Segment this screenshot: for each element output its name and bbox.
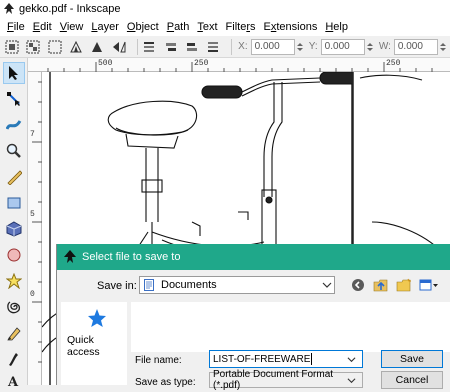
inkscape-logo-icon bbox=[4, 3, 14, 14]
x-label: X: bbox=[238, 41, 248, 52]
tweak-tool-icon[interactable] bbox=[3, 114, 25, 136]
w-label: W: bbox=[378, 41, 391, 52]
menu-item-filters[interactable]: Filters bbox=[223, 21, 261, 33]
w-stepper[interactable] bbox=[438, 39, 448, 55]
documents-folder-icon bbox=[144, 279, 154, 291]
ruler-label: 500 bbox=[98, 59, 113, 68]
menu-item-object[interactable]: Object bbox=[124, 21, 164, 33]
save-as-type-value: Portable Document Format (*.pdf) bbox=[213, 369, 334, 391]
menu-item-extensions[interactable]: Extensions bbox=[261, 21, 323, 33]
ruler-label: 7 bbox=[30, 130, 35, 139]
left-grip bbox=[201, 85, 243, 99]
deselect-icon[interactable] bbox=[47, 39, 62, 55]
y-input[interactable]: 0.000 bbox=[320, 38, 366, 55]
lower-icon[interactable] bbox=[184, 39, 199, 55]
ruler-label: 250 bbox=[194, 59, 209, 68]
save-in-value: Documents bbox=[161, 279, 217, 291]
dialog-nav-buttons bbox=[349, 276, 445, 294]
toolbar-separator bbox=[231, 38, 233, 55]
ruler-ticks bbox=[32, 81, 42, 363]
selector-tool-icon[interactable] bbox=[3, 62, 25, 84]
menu-item-view[interactable]: View bbox=[57, 21, 89, 33]
places-bar: Quick access bbox=[61, 302, 127, 385]
measure-tool-icon[interactable] bbox=[3, 166, 25, 188]
dialog-title: Select file to save to bbox=[82, 251, 181, 263]
horizontal-ruler: 500 250 250 bbox=[28, 58, 450, 72]
new-folder-icon[interactable] bbox=[395, 277, 413, 293]
pencil-tool-icon[interactable] bbox=[3, 322, 25, 344]
menu-item-layer[interactable]: Layer bbox=[88, 21, 124, 33]
menu-item-file[interactable]: File bbox=[4, 21, 30, 33]
text-tool-icon[interactable]: A bbox=[3, 370, 25, 392]
save-button[interactable]: Save bbox=[381, 350, 443, 368]
x-input[interactable]: 0.000 bbox=[250, 38, 296, 55]
save-as-type-label: Save as type: bbox=[135, 377, 196, 388]
dialog-titlebar: Select file to save to bbox=[57, 244, 450, 270]
menu-bar: File Edit View Layer Object Path Text Filters Ex… bbox=[0, 18, 450, 36]
rotate-ccw-icon[interactable] bbox=[68, 39, 83, 55]
ellipse-tool-icon[interactable] bbox=[3, 244, 25, 266]
raise-icon[interactable] bbox=[163, 39, 178, 55]
file-list[interactable] bbox=[131, 302, 450, 352]
toolbar-separator bbox=[136, 38, 138, 55]
save-in-dropdown[interactable]: Documents bbox=[139, 276, 335, 294]
file-name-label: File name: bbox=[135, 355, 182, 366]
view-menu-icon[interactable] bbox=[418, 277, 440, 293]
spiral-tool-icon[interactable] bbox=[3, 296, 25, 318]
raise-to-top-icon[interactable] bbox=[142, 39, 157, 55]
dialog-body: Save in: Documents Quick access File nam… bbox=[57, 270, 450, 391]
save-in-label: Save in: bbox=[97, 280, 137, 292]
back-icon[interactable] bbox=[349, 277, 367, 293]
menu-item-text[interactable]: Text bbox=[194, 21, 222, 33]
menu-item-path[interactable]: Path bbox=[164, 21, 195, 33]
node-tool-icon[interactable] bbox=[3, 88, 25, 110]
ruler-label: 5 bbox=[30, 210, 35, 219]
lower-to-bottom-icon[interactable] bbox=[206, 39, 221, 55]
window-title: gekko.pdf - Inkscape bbox=[19, 3, 121, 15]
file-name-input[interactable]: LIST-OF-FREEWARE bbox=[209, 350, 363, 368]
save-as-type-select[interactable]: Portable Document Format (*.pdf) bbox=[209, 369, 363, 391]
ruler-label: 250 bbox=[386, 59, 401, 68]
rotate-cw-icon[interactable] bbox=[90, 39, 105, 55]
chevron-down-icon[interactable] bbox=[322, 280, 332, 290]
zoom-tool-icon[interactable] bbox=[3, 140, 25, 162]
svg-text:A: A bbox=[7, 375, 19, 388]
ruler-label: 0 bbox=[30, 290, 35, 299]
flip-horizontal-icon[interactable] bbox=[111, 39, 126, 55]
toolbox: A bbox=[0, 58, 28, 388]
up-folder-icon[interactable] bbox=[372, 277, 390, 293]
quick-access-star-icon[interactable] bbox=[87, 308, 107, 330]
select-all-icon[interactable] bbox=[4, 39, 19, 55]
saddle bbox=[107, 100, 198, 136]
window-titlebar: gekko.pdf - Inkscape bbox=[0, 0, 450, 18]
w-input[interactable]: 0.000 bbox=[393, 38, 439, 55]
chevron-down-icon[interactable] bbox=[347, 376, 356, 385]
menu-item-help[interactable]: Help bbox=[322, 21, 353, 33]
y-label: Y: bbox=[308, 41, 318, 52]
star-tool-icon[interactable] bbox=[3, 270, 25, 292]
vertical-ruler: 7 5 0 bbox=[28, 72, 42, 385]
rectangle-tool-icon[interactable] bbox=[3, 192, 25, 214]
y-stepper[interactable] bbox=[365, 39, 375, 55]
file-name-value: LIST-OF-FREEWARE bbox=[213, 353, 311, 365]
x-stepper[interactable] bbox=[295, 39, 305, 55]
calligraphy-tool-icon[interactable] bbox=[3, 348, 25, 370]
quick-access-label[interactable]: Quick access bbox=[67, 334, 127, 358]
inkscape-logo-icon bbox=[64, 250, 76, 263]
cancel-button[interactable]: Cancel bbox=[381, 371, 443, 389]
menu-item-edit[interactable]: Edit bbox=[30, 21, 57, 33]
3d-box-tool-icon[interactable] bbox=[3, 218, 25, 240]
select-all-layers-icon[interactable] bbox=[25, 39, 40, 55]
chevron-down-icon[interactable] bbox=[347, 355, 356, 364]
tool-controls-bar: X: 0.000 Y: 0.000 W: 0.000 bbox=[0, 36, 450, 58]
text-cursor bbox=[311, 353, 313, 365]
save-file-dialog: Select file to save to Save in: Document… bbox=[56, 244, 450, 391]
